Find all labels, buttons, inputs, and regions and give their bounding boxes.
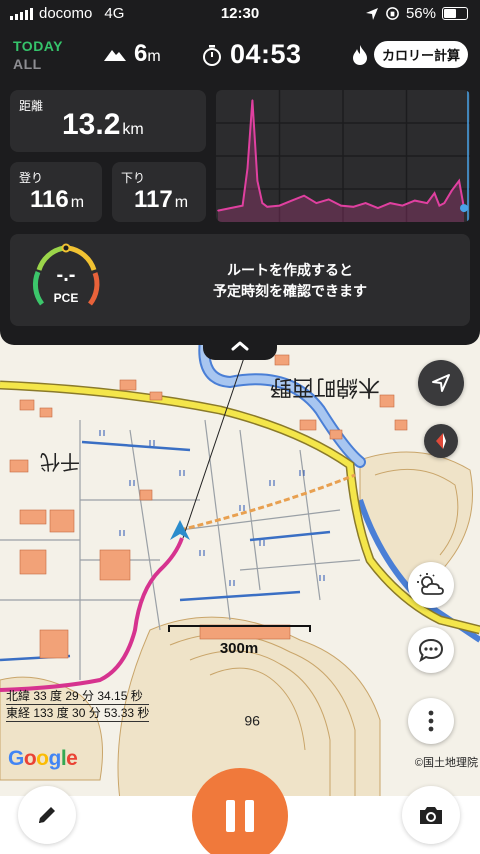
altitude-readout: 6m [104,40,161,68]
elevation-point [401,204,404,207]
compass-button[interactable] [424,424,458,458]
elevation-point [315,202,318,204]
elevation-point [389,202,391,204]
google-logo: Google [8,747,78,770]
descent-label: 下り [121,171,146,185]
svg-text:千代: 千代 [40,450,80,473]
compass-icon [436,433,446,449]
descent-value: 117 m [134,186,189,213]
chat-button[interactable] [408,627,454,673]
edit-button[interactable] [18,786,76,844]
elevation-point [229,207,232,209]
pace-label: PCE [53,291,79,305]
distance-card: 距離 13.2 km [10,90,206,152]
route-hint-line2: 予定時刻を確認できます [213,283,367,299]
elevation-point [261,202,264,204]
elevation-point [256,180,259,182]
pencil-icon [39,807,55,823]
weather-button[interactable] [408,562,454,608]
pace-card[interactable]: -.- PCE ルートを作成すると 予定時刻を確認できます [10,234,470,326]
svg-text:木綿町西野: 木綿町西野 [270,375,380,400]
elapsed-time-value: 04:53 [230,39,302,69]
stats-panel: docomo 4G 12:30 56% TODAY ALL 6m 04:53 カ… [0,0,480,345]
camera-button[interactable] [402,786,460,844]
pace-value: -.- [56,264,76,286]
elevation-point [352,206,355,208]
location-services-icon [365,7,378,20]
pause-button[interactable] [192,768,288,854]
elevation-point [327,198,330,201]
elevation-point [340,204,342,207]
elevation-chart-svg [216,90,470,222]
panel-expand-handle[interactable] [203,334,277,360]
locate-button[interactable] [418,360,464,406]
stopwatch-icon [203,44,221,66]
summary-bar: TODAY ALL 6m 04:53 カロリー計算 [0,34,480,74]
battery-percent: 56% [405,5,436,22]
elevation-point [443,202,446,204]
map-scale-label: 300m [219,640,259,657]
calorie-calc-button[interactable]: カロリー計算 [373,41,468,68]
period-today-tab[interactable]: TODAY [13,38,63,54]
pause-icon [221,800,259,832]
elevation-point [291,199,293,202]
more-vertical-icon [428,710,434,732]
route-hint-message: ルートを作成すると 予定時刻を確認できます [110,260,470,302]
distance-label: 距離 [19,99,44,113]
elevation-chart[interactable] [216,90,470,222]
elevation-point [278,204,281,207]
elevation-point [246,167,249,170]
rotation-lock-icon [386,7,399,20]
ascent-label: 登り [19,171,44,185]
elevation-point [450,189,453,192]
weather-icon [417,573,444,595]
flame-icon [352,44,367,65]
svg-text:96: 96 [244,713,260,729]
more-button[interactable] [408,698,454,744]
chat-icon [418,638,444,663]
altitude-value: 6m [134,40,161,67]
app-screen: 木綿町西野 千代 96 300m docomo 4G 12:30 56% TOD… [0,0,480,854]
location-arrow-icon [432,374,450,392]
ascent-card: 登り 116 m [10,162,102,222]
elevation-point [251,99,254,101]
distance-value: 13.2 km [62,108,144,141]
calorie-control: カロリー計算 [352,41,468,68]
elevation-point [438,204,441,207]
elevation-point [364,202,367,204]
elevation-point [217,209,219,212]
route-hint-line1: ルートを作成すると [227,262,353,278]
elapsed-timer: 04:53 [202,39,302,70]
elevation-point [426,202,428,204]
elevation-point [303,194,305,197]
status-right: 56% [365,5,468,22]
elevation-point [433,192,436,194]
battery-icon [442,7,468,20]
mountain-icon [104,50,126,61]
latitude-text: 北緯 33 度 29 分 34.15 秒 [6,688,150,705]
elevation-current-marker [460,204,468,213]
map-attribution: ©国土地理院 [414,757,478,769]
ascent-value: 116 m [30,186,85,213]
elevation-point [266,206,268,208]
camera-icon [420,807,442,824]
descent-card: 下り 117 m [112,162,206,222]
coordinates-readout: 北緯 33 度 29 分 34.15 秒 東経 133 度 30 分 53.33… [6,688,150,722]
elevation-point [377,207,379,209]
period-all-tab[interactable]: ALL [13,56,42,72]
status-bar: docomo 4G 12:30 56% [0,0,480,28]
elevation-point [414,199,416,202]
elevation-point [458,180,460,182]
longitude-text: 東経 133 度 30 分 53.33 秒 [6,706,150,722]
elevation-point [241,204,244,207]
chevron-up-icon [231,341,249,351]
